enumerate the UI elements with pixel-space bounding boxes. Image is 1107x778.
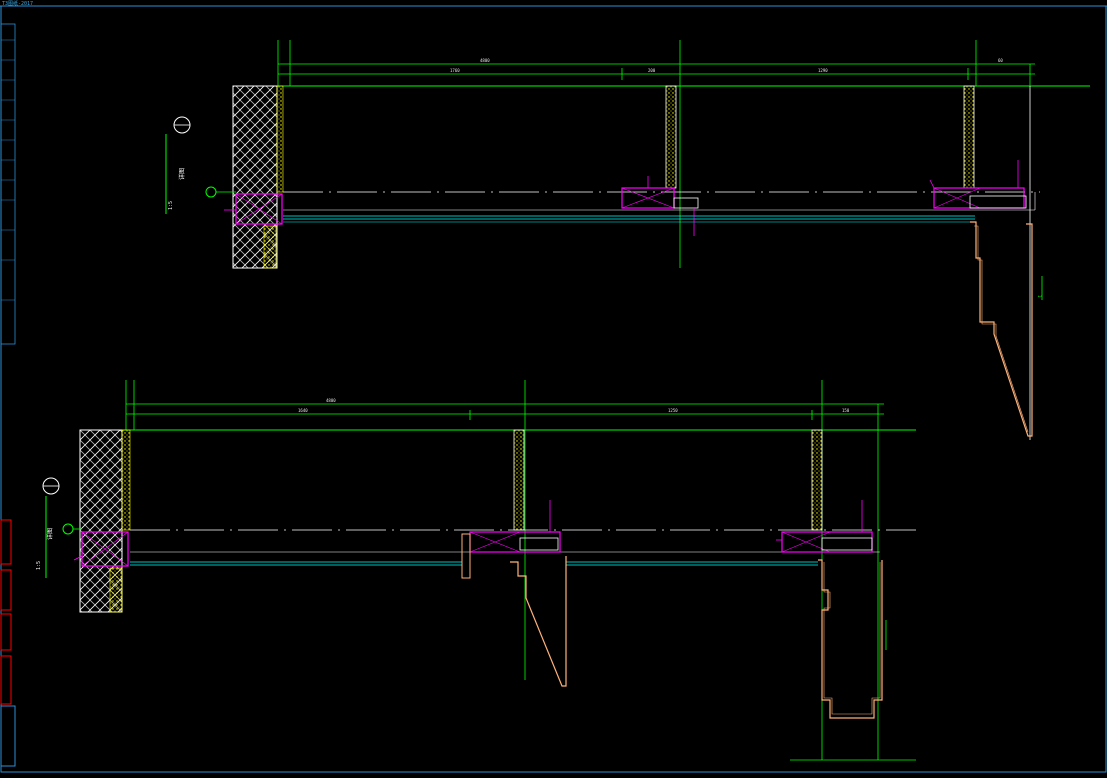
lower-section: 4800 1640 1250 150 详图 1:5 [36,380,916,761]
upper-mullion-mid [665,85,677,189]
dim-upper-overall: 4800 [480,58,490,63]
lower-mullion-right [811,429,823,531]
dim-lower-overall: 4800 [326,398,336,403]
upper-section: 4800 1760 200 1290 60 1 详图 1:5 [165,40,1090,440]
cad-viewport[interactable]: T3图纸-2017 4800 1760 200 1290 60 1 详图 1:5… [0,0,1107,778]
upper-profile [970,221,1033,437]
title-strip-lines [1,39,15,301]
axis-marker-lower [62,523,74,535]
dim-lower-edge: 150 [842,408,850,413]
drawing-border [0,5,1107,773]
dim-upper-right: 1290 [818,68,828,73]
lower-mullion-mid [513,429,525,531]
lower-frame-right [781,531,873,553]
cad-drawing[interactable]: 4800 1760 200 1290 60 1 详图 1:5 4800 1640… [0,0,1107,778]
title-strip-bottom [0,705,16,767]
red-panel-2 [0,569,12,611]
red-panel-3 [0,613,12,651]
lower-wall-finish [121,429,131,531]
upper-wall-finish [276,85,284,193]
red-panel-4 [0,655,12,705]
lower-profile-mid [510,556,567,687]
upper-title-scale: 1:5 [168,201,174,210]
dim-lower-left: 1640 [298,408,308,413]
axis-marker-upper [205,186,217,198]
upper-title-label: 详图 [178,168,186,180]
dim-upper-left: 1760 [450,68,460,73]
dim-upper-edge: 60 [998,58,1003,63]
red-panel-1 [0,519,12,565]
upper-frame-right [933,187,1025,209]
lower-title-label: 详图 [46,528,54,540]
lower-title-scale: 1:5 [36,561,42,570]
svg-text:1: 1 [1037,295,1042,298]
lower-profile-right [818,559,883,719]
title-strip-top [0,23,16,345]
lower-frame-mid [469,531,561,553]
dim-upper-mid: 200 [648,68,656,73]
upper-mullion-right [963,85,975,189]
dim-lower-right: 1250 [668,408,678,413]
callouts [73,160,1019,561]
